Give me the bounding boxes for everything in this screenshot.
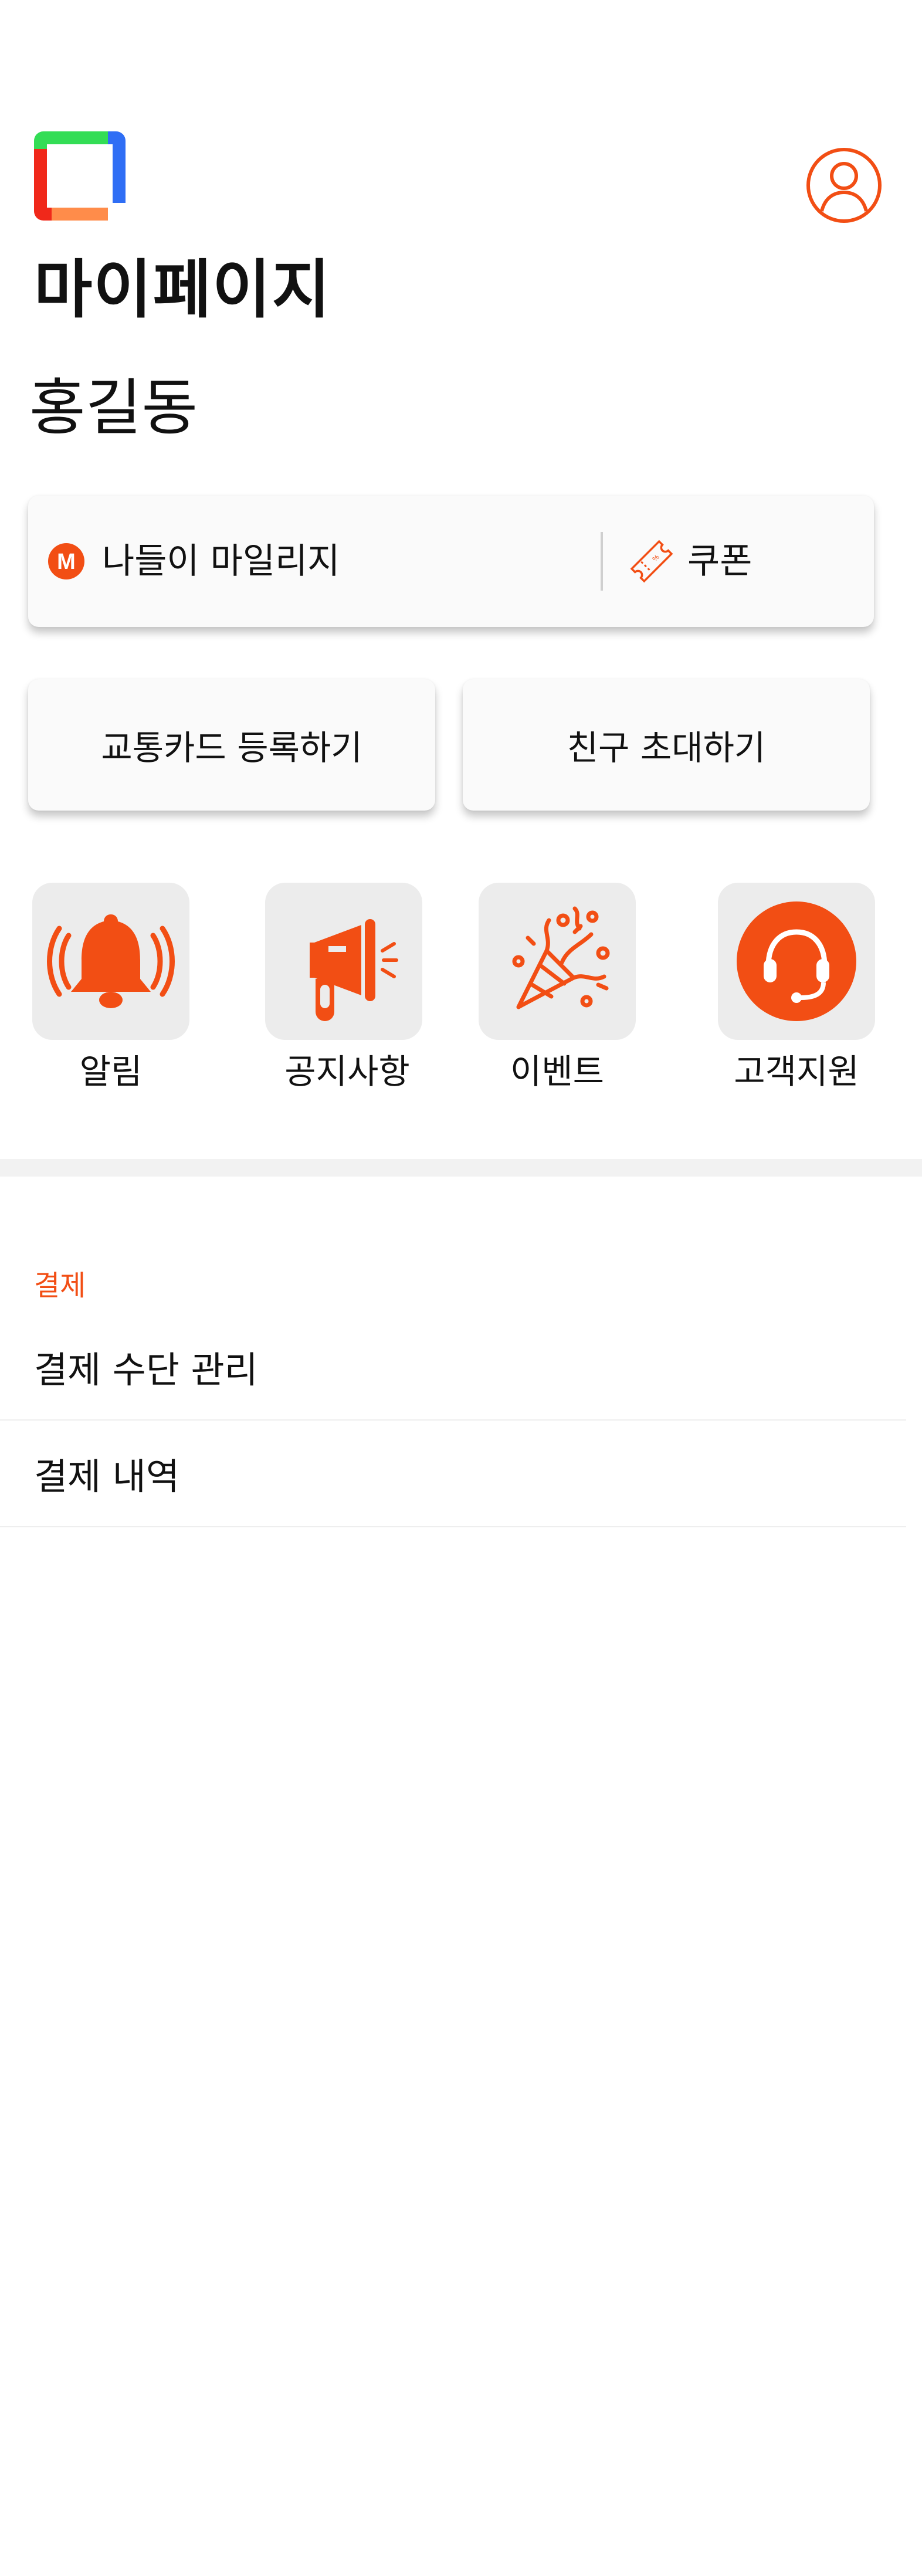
shortcut-notices[interactable] bbox=[265, 883, 422, 1040]
section-divider bbox=[0, 1159, 922, 1177]
invite-friend-button[interactable]: 친구 초대하기 bbox=[463, 679, 870, 811]
menu-item-label: 결제 내역 bbox=[34, 1455, 179, 1498]
register-transit-card-button[interactable]: 교통카드 등록하기 bbox=[28, 679, 435, 811]
app-logo bbox=[34, 131, 126, 221]
mileage-button[interactable]: M 나들이 마일리지 bbox=[48, 496, 605, 627]
profile-button[interactable] bbox=[805, 147, 883, 224]
megaphone-icon bbox=[310, 919, 398, 1021]
coupon-label: 쿠폰 bbox=[687, 541, 752, 582]
shortcut-notifications[interactable] bbox=[32, 883, 189, 1040]
shortcut-notices-label: 공지사항 bbox=[284, 1052, 410, 1092]
page-title: 마이페이지 bbox=[34, 253, 331, 327]
bell-icon bbox=[47, 914, 175, 1008]
shortcut-events-label: 이벤트 bbox=[510, 1052, 605, 1092]
shortcut-support-label: 고객지원 bbox=[734, 1052, 859, 1092]
menu-item-payment-history[interactable]: 결제 내역 bbox=[0, 1421, 906, 1527]
user-name: 홍길동 bbox=[29, 372, 198, 443]
balance-card: M 나들이 마일리지 % 쿠폰 bbox=[28, 496, 874, 627]
user-profile-icon bbox=[806, 148, 882, 223]
ticket-icon: % bbox=[630, 540, 673, 583]
headset-icon bbox=[737, 901, 856, 1021]
mileage-label: 나들이 마일리지 bbox=[102, 541, 340, 582]
payment-section-header: 결제 bbox=[34, 1269, 86, 1302]
divider bbox=[601, 532, 603, 591]
mileage-badge-icon: M bbox=[48, 543, 84, 579]
menu-item-label: 결제 수단 관리 bbox=[34, 1348, 258, 1391]
shortcut-notifications-label: 알림 bbox=[79, 1052, 143, 1092]
shortcut-events[interactable] bbox=[479, 883, 636, 1040]
svg-text:M: M bbox=[57, 550, 76, 574]
invite-friend-label: 친구 초대하기 bbox=[567, 728, 766, 768]
register-transit-card-label: 교통카드 등록하기 bbox=[101, 728, 362, 768]
party-popper-icon bbox=[512, 906, 610, 1009]
svg-text:%: % bbox=[650, 553, 661, 563]
menu-item-payment-methods[interactable]: 결제 수단 관리 bbox=[0, 1314, 906, 1421]
shortcut-support[interactable] bbox=[718, 883, 875, 1040]
coupon-button[interactable]: % 쿠폰 bbox=[626, 496, 861, 627]
